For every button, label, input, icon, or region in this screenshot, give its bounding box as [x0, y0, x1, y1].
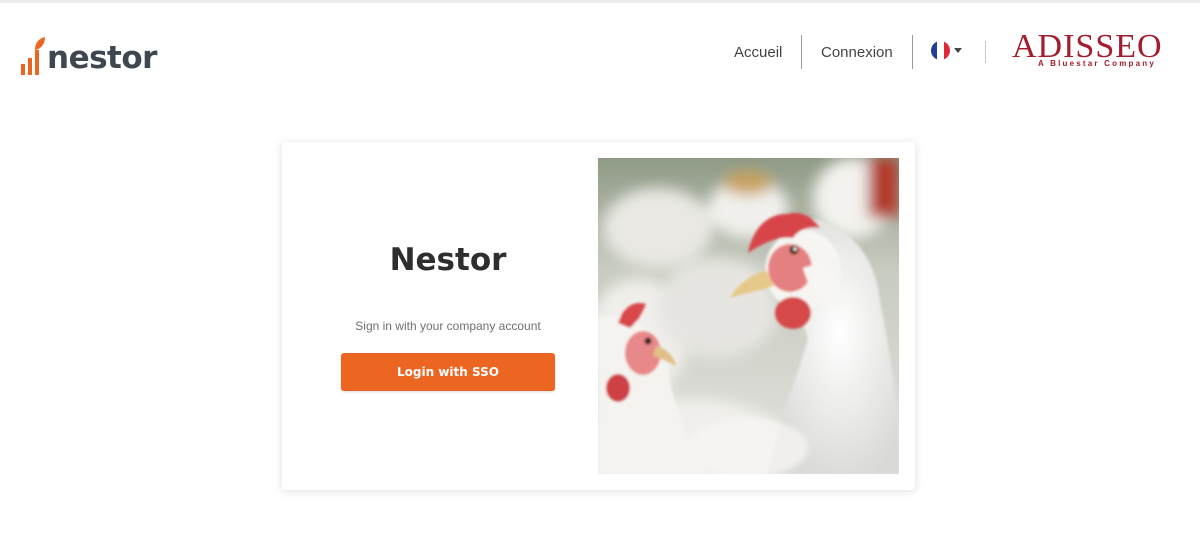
- france-flag-icon: [931, 41, 950, 60]
- nav-connexion-wrap: Connexion: [821, 35, 893, 69]
- language-selector[interactable]: [931, 41, 962, 60]
- card-title: Nestor: [389, 242, 507, 278]
- chickens-photo: [598, 158, 899, 474]
- nestor-logo-icon: [21, 37, 45, 75]
- adisseo-logo[interactable]: ADISSEO A Bluestar Company: [1012, 30, 1184, 72]
- top-border-line: [0, 0, 1200, 3]
- login-card: Nestor Sign in with your company account…: [282, 142, 915, 490]
- logo-text: nestor: [47, 40, 157, 76]
- adisseo-tagline: A Bluestar Company: [1038, 59, 1156, 68]
- nav-accueil-wrap: Accueil: [734, 35, 782, 69]
- nav-link-accueil[interactable]: Accueil: [734, 44, 782, 61]
- nav-divider: [912, 35, 913, 69]
- nav-link-connexion[interactable]: Connexion: [821, 44, 893, 61]
- login-sso-button[interactable]: Login with SSO: [341, 353, 555, 391]
- nav-divider: [801, 35, 802, 69]
- nestor-logo[interactable]: nestor: [20, 32, 157, 76]
- card-subtitle: Sign in with your company account: [355, 319, 541, 333]
- chevron-down-icon: [954, 48, 962, 53]
- nav-divider: [985, 41, 986, 63]
